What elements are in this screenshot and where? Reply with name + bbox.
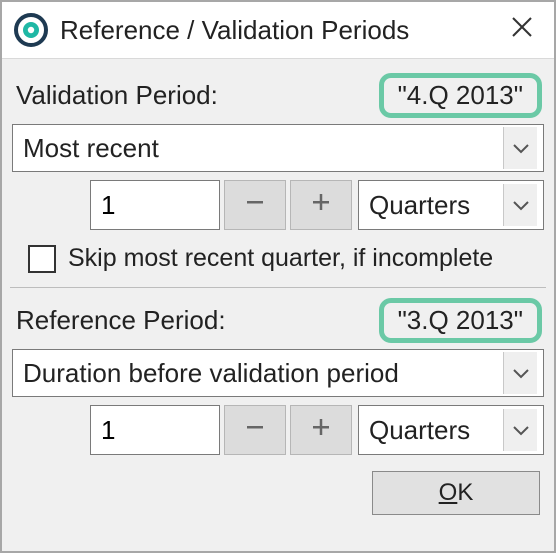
ok-button-label: OK: [439, 479, 474, 507]
titlebar: Reference / Validation Periods: [2, 2, 554, 59]
reference-increment-button[interactable]: [290, 405, 352, 455]
reference-period-badge: "3.Q 2013": [379, 298, 542, 343]
plus-icon: [309, 415, 333, 446]
chevron-down-icon: [503, 352, 537, 394]
chevron-down-icon: [503, 184, 537, 226]
validation-period-label: Validation Period:: [16, 80, 218, 111]
reference-unit-text: Quarters: [369, 415, 503, 446]
validation-mode-dropdown[interactable]: Most recent: [12, 124, 544, 172]
skip-quarter-label: Skip most recent quarter, if incomplete: [68, 244, 493, 273]
app-icon: [14, 13, 48, 47]
validation-increment-button[interactable]: [290, 180, 352, 230]
reference-period-label: Reference Period:: [16, 305, 226, 336]
dialog-title: Reference / Validation Periods: [60, 15, 488, 46]
close-button[interactable]: [500, 8, 544, 52]
validation-decrement-button[interactable]: [224, 180, 286, 230]
ok-button[interactable]: OK: [372, 471, 540, 515]
dialog-footer: OK: [10, 463, 546, 519]
reference-unit-dropdown[interactable]: Quarters: [358, 405, 544, 455]
dialog-content: Validation Period: "4.Q 2013" Most recen…: [2, 59, 554, 551]
reference-validation-dialog: Reference / Validation Periods Validatio…: [0, 0, 556, 553]
skip-quarter-checkbox[interactable]: [28, 245, 56, 273]
chevron-down-icon: [503, 409, 537, 451]
reference-count-input[interactable]: [90, 405, 220, 455]
validation-period-badge: "4.Q 2013": [379, 73, 542, 118]
validation-unit-dropdown[interactable]: Quarters: [358, 180, 544, 230]
minus-icon: [243, 415, 267, 446]
reference-count-row: Quarters: [10, 403, 546, 463]
close-icon: [511, 16, 533, 45]
validation-mode-text: Most recent: [23, 133, 503, 164]
validation-header: Validation Period: "4.Q 2013": [10, 67, 546, 122]
plus-icon: [309, 190, 333, 221]
reference-mode-dropdown[interactable]: Duration before validation period: [12, 349, 544, 397]
section-divider: [10, 287, 546, 288]
chevron-down-icon: [503, 127, 537, 169]
skip-quarter-row: Skip most recent quarter, if incomplete: [10, 238, 546, 285]
reference-decrement-button[interactable]: [224, 405, 286, 455]
validation-count-input[interactable]: [90, 180, 220, 230]
validation-unit-text: Quarters: [369, 190, 503, 221]
reference-mode-text: Duration before validation period: [23, 358, 503, 389]
minus-icon: [243, 190, 267, 221]
reference-header: Reference Period: "3.Q 2013": [10, 292, 546, 347]
validation-count-row: Quarters: [10, 178, 546, 238]
